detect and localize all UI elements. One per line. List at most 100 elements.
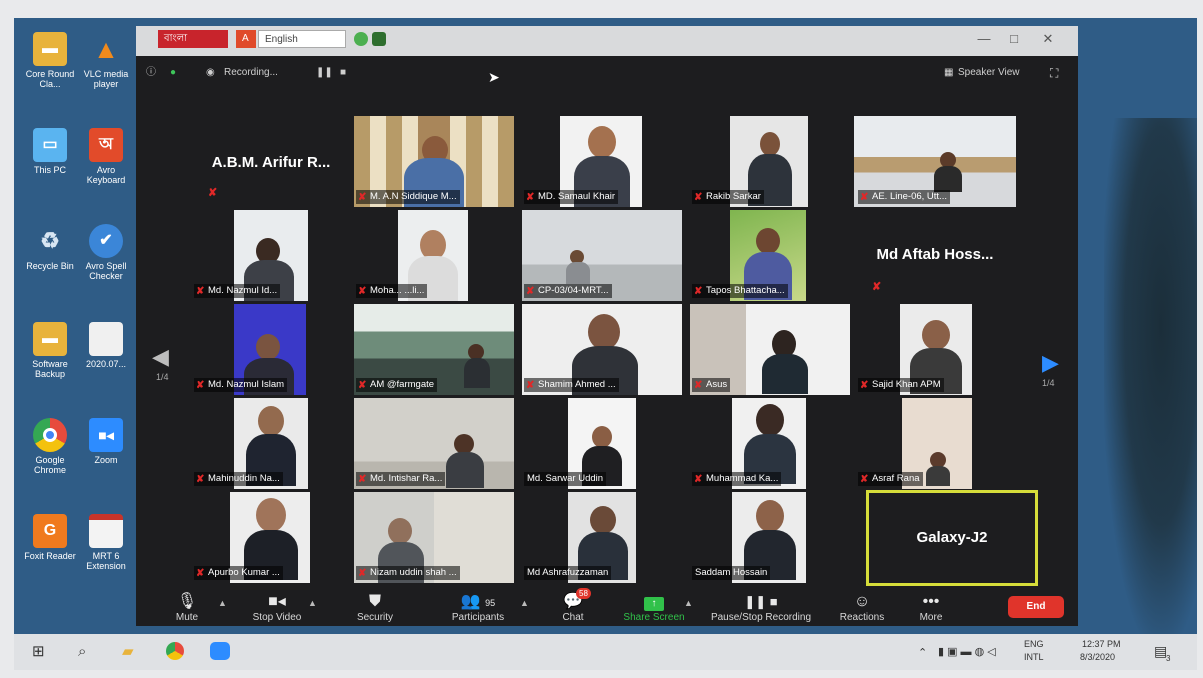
participant-tile[interactable]: Md Aftab Hoss... ✘ [854,210,1016,301]
clock-time[interactable]: 12:37 PM [1082,639,1121,649]
participants-button[interactable]: 👥 95 Participants [442,592,514,624]
participant-name-text: Md. Sarwar Uddin [527,473,604,484]
participant-tile[interactable]: ✘ Apurbo Kumar ... [190,492,352,583]
participant-tile[interactable]: ✘ Shamim Ahmed ... [520,304,682,395]
participant-tile[interactable]: ✘ AE. Line-06, Utt... [854,116,1016,207]
zoom-taskbar-icon[interactable] [210,642,230,660]
windows-start-icon[interactable]: ⊞ [32,642,45,662]
participant-tile[interactable]: ✘ Md. Nazmul Islam [190,304,352,395]
security-button[interactable]: ⛊ Security [350,592,400,624]
participant-tile[interactable]: ✘ Tapos Bhattacha... [688,210,850,301]
share-screen-button[interactable]: ↑ Share Screen [618,592,690,624]
speaker-view-button[interactable]: Speaker View [958,66,1020,80]
desktop-icon-vlc[interactable]: ▲ VLC media player [78,32,134,89]
participant-tile[interactable]: ✘ CP-03/04-MRT... [520,210,682,301]
participant-tile[interactable]: ✘ Md. Nazmul Id... [190,210,352,301]
participant-tile[interactable]: Saddam Hossain [688,492,850,583]
shield-icon[interactable]: ● [170,66,176,80]
maximize-button[interactable]: □ [1006,32,1022,46]
participant-tile[interactable]: ✘ Asus [688,304,850,395]
participant-tile[interactable]: ✘ Asraf Rana [854,398,1016,489]
participant-name: Saddam Hossain [692,566,771,580]
minimize-button[interactable]: — [976,32,992,46]
participant-tile[interactable]: ✘ Moha... ...li... [352,210,514,301]
desktop-icon-mrt6[interactable]: MRT 6 Extension [78,514,134,571]
page-indicator-right: 1/4 [1042,378,1055,388]
desktop-icon-software-backup[interactable]: ▬ Software Backup [22,322,78,379]
participant-tile[interactable]: ✘ MD. Samaul Khair [520,116,682,207]
stop-video-button[interactable]: ■◂ Stop Video [242,592,312,624]
participant-tile[interactable]: ✘ Md. Intishar Ra... [352,398,514,489]
desktop-icon-foxit[interactable]: G Foxit Reader [22,514,78,561]
participant-name: ✘ Mahinuddin Na... [194,472,283,486]
end-meeting-button[interactable]: End [1008,596,1064,618]
video-options-caret-icon[interactable]: ▲ [308,598,317,608]
participant-tile[interactable]: Md Ashrafuzzaman [520,492,682,583]
participant-name: ✘ AM @farmgate [356,378,438,392]
participant-tile[interactable]: ✘ Muhammad Ka... [688,398,850,489]
participant-tile[interactable]: ✘ Rakib Sarkar [688,116,850,207]
mouse-cursor-icon: ➤ [488,69,500,85]
tray-icons[interactable]: ▮ ▣ ▬ ◍ ◁ [938,645,996,658]
chat-button[interactable]: 💬 Chat 58 [550,588,596,624]
desktop-icon-core-round[interactable]: ▬ Core Round Cla... [22,32,78,89]
zoom-meeting-window: বাংলা A English — □ ✕ ⓘ ● ◉ Recording...… [136,26,1078,626]
computer-icon: ▭ [33,128,67,162]
page-indicator-left: 1/4 [156,372,169,382]
globe-icon[interactable] [354,32,368,46]
mute-button[interactable]: 🎙 Mute [162,592,212,624]
desktop-icon-avro[interactable]: অ Avro Keyboard [78,128,134,185]
participant-tile[interactable]: ✘ Sajid Khan APM [854,304,1016,395]
next-page-arrow-icon[interactable]: ▶ [1042,352,1059,374]
desktop-icon-file-2020[interactable]: 2020.07... [78,322,134,369]
desktop-icon-this-pc[interactable]: ▭ This PC [22,128,78,175]
desktop-icon-label: This PC [33,165,66,175]
muted-mic-icon: ✘ [694,192,703,203]
muted-mic-icon: ✘ [196,568,205,579]
desktop-icon-recycle-bin[interactable]: ♻ Recycle Bin [22,224,78,272]
fullscreen-icon[interactable]: ⛶ [1050,66,1058,80]
more-button[interactable]: ••• More [908,592,954,624]
search-icon[interactable]: ⌕ [78,642,86,662]
pause-recording-button[interactable]: ❚❚ [316,66,333,80]
settings-icon[interactable] [372,32,386,46]
participant-tile[interactable]: ✘ AM @farmgate [352,304,514,395]
participant-name-text: Tapos Bhattacha... [706,285,785,296]
muted-mic-icon: ✘ [526,192,535,203]
muted-mic-icon: ✘ [694,474,703,485]
video-camera-icon: ■◂ [268,593,286,610]
participant-tile[interactable]: A.B.M. Arifur R... ✘ [190,116,352,207]
meeting-info-icon[interactable]: ⓘ [146,66,156,80]
file-explorer-icon[interactable]: ▰ [122,642,134,662]
stop-recording-button[interactable]: ■ [340,66,346,80]
participant-tile[interactable]: ✘ M. A.N Siddique M... [352,116,514,207]
desktop-icon-avro-spell[interactable]: ✔ Avro Spell Checker [78,224,134,281]
document-icon [89,514,123,548]
speaker-view-icon[interactable]: ▦ [944,66,953,80]
participant-tile[interactable]: ✘ Mahinuddin Na... [190,398,352,489]
language-english-field[interactable]: English [258,30,346,48]
close-button[interactable]: ✕ [1040,32,1056,46]
participant-name: ✘ Asraf Rana [858,472,923,486]
previous-page-arrow-icon[interactable]: ◀ [152,346,169,368]
participants-options-caret-icon[interactable]: ▲ [520,598,529,608]
pause-stop-recording-button[interactable]: ❚❚ ■ Pause/Stop Recording [702,592,820,624]
participant-tile-active-speaker[interactable]: Galaxy-J2 [866,490,1038,586]
ellipsis-icon: ••• [922,593,940,610]
participant-tile[interactable]: Md. Sarwar Uddin [520,398,682,489]
share-options-caret-icon[interactable]: ▲ [684,598,693,608]
desktop-icon-zoom[interactable]: ■◂ Zoom [78,418,134,465]
reactions-button[interactable]: ☺ Reactions [830,592,894,624]
muted-mic-icon: ✘ [196,380,205,391]
language-bangla-button[interactable]: বাংলা [158,30,228,48]
participant-name-text: MD. Samaul Khair [538,191,616,202]
mute-options-caret-icon[interactable]: ▲ [218,598,227,608]
tray-overflow-icon[interactable]: ⌃ [918,646,927,659]
clock-date[interactable]: 8/3/2020 [1080,652,1115,662]
language-english-button[interactable]: A [236,30,256,48]
desktop-icon-chrome[interactable]: Google Chrome [22,418,78,475]
participant-tile[interactable]: ✘ Nizam uddin shah ... [352,492,514,583]
input-language-bottom[interactable]: INTL [1024,652,1044,662]
chrome-taskbar-icon[interactable] [166,642,184,660]
input-language-top[interactable]: ENG [1024,639,1044,649]
